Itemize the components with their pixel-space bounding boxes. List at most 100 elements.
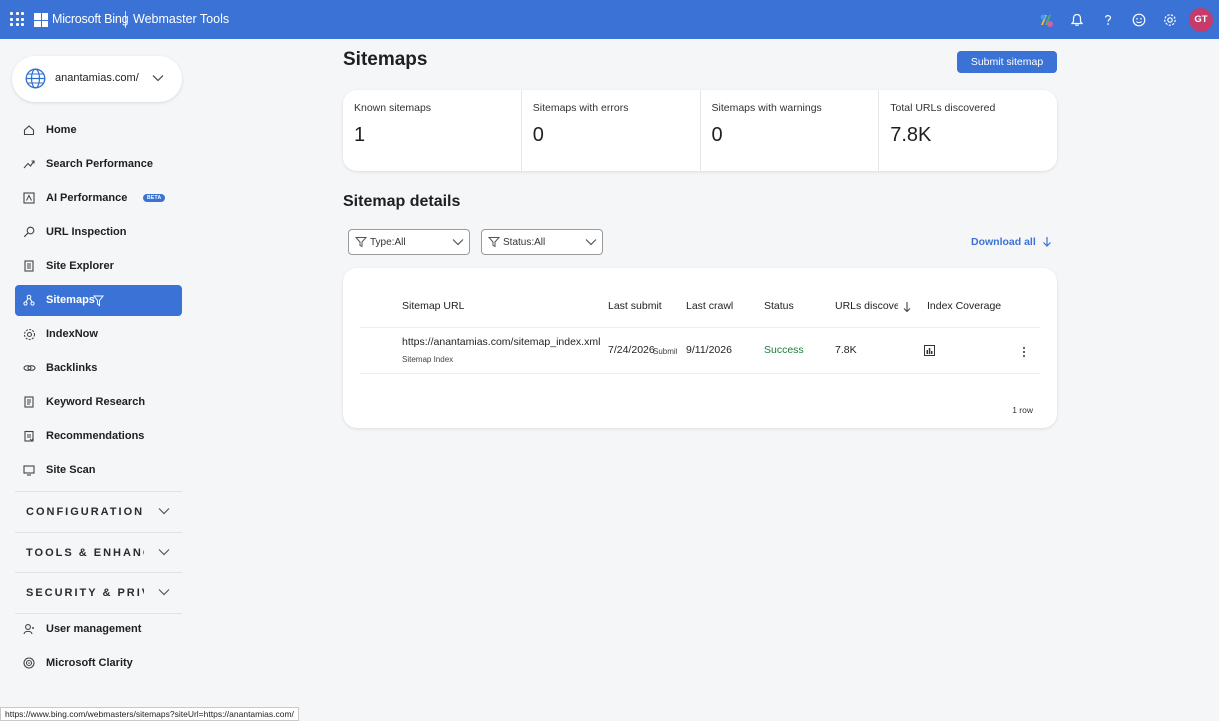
link-icon <box>22 361 36 375</box>
stat-total-urls-discovered: Total URLs discovered 7.8K <box>878 90 1057 171</box>
top-icons: GT <box>1030 0 1215 39</box>
bell-icon[interactable] <box>1061 0 1092 39</box>
monitor-icon <box>22 463 36 477</box>
help-icon[interactable] <box>1092 0 1123 39</box>
sidebar-item-label: URL Inspection <box>46 226 127 238</box>
column-header-last-submit[interactable]: Last submit <box>608 300 662 312</box>
type-filter-dropdown[interactable]: Type:All <box>348 229 470 255</box>
column-header-sitemap-url[interactable]: Sitemap URL <box>402 300 464 312</box>
section-security-privacy[interactable]: SECURITY & PRIVACY <box>15 572 182 612</box>
chevron-down-icon <box>152 75 164 82</box>
type-filter-label: Type:All <box>370 237 406 248</box>
stat-value: 1 <box>354 124 366 146</box>
chevron-down-icon <box>158 549 170 556</box>
sidebar-item-label: Recommendations <box>46 430 145 442</box>
sidebar-item-label: Home <box>46 124 77 136</box>
download-all-label: Download all <box>971 236 1036 248</box>
ai-box-icon <box>22 191 36 205</box>
sidebar-item-label: User management <box>46 623 142 635</box>
sitemap-type: Sitemap Index <box>402 355 454 364</box>
microsoft-logo-icon <box>34 13 48 27</box>
sitemap-icon <box>22 293 36 307</box>
home-icon <box>22 123 36 137</box>
urls-discovered-value: 7.8K <box>835 344 857 356</box>
beta-badge: BETA <box>143 194 166 202</box>
section-tools-enhancements[interactable]: TOOLS & ENHANCEMENTS <box>15 532 182 572</box>
status-filter-dropdown[interactable]: Status:All <box>481 229 603 255</box>
chevron-down-icon <box>158 508 170 515</box>
stat-value: 7.8K <box>890 124 932 146</box>
sidebar-nav: Home Search Performance AI Performance B… <box>15 115 182 489</box>
last-submit-note: Submitted <box>653 347 677 356</box>
chevron-down-icon <box>158 589 170 596</box>
more-options-icon[interactable] <box>1022 346 1026 358</box>
column-header-urls-discovered[interactable]: URLs discovered <box>835 300 898 312</box>
sidebar-item-label: Backlinks <box>46 362 98 374</box>
sort-descending-icon[interactable] <box>902 301 912 313</box>
stat-sitemaps-with-errors: Sitemaps with errors 0 <box>520 90 700 171</box>
download-all-button[interactable]: Download all <box>971 236 1052 248</box>
stat-value: 0 <box>532 124 544 146</box>
site-name: anantamias.com/ <box>55 72 139 84</box>
sidebar-item-backlinks[interactable]: Backlinks <box>15 353 182 384</box>
section-label: CONFIGURATION <box>26 506 144 518</box>
sitemap-url-link[interactable]: https://anantamias.com/sitemap_index.xml <box>402 336 600 348</box>
top-bar: Microsoft Bing Webmaster Tools GT <box>0 0 1219 39</box>
product-name[interactable]: Webmaster Tools <box>133 12 229 26</box>
header-divider <box>360 327 1040 328</box>
sidebar-item-url-inspection[interactable]: URL Inspection <box>15 217 182 248</box>
browser-status-bar: https://www.bing.com/webmasters/sitemaps… <box>0 707 299 721</box>
bar-chart-icon[interactable] <box>924 345 935 356</box>
last-crawl-date: 9/11/2026 <box>686 344 732 356</box>
sidebar-item-site-explorer[interactable]: Site Explorer <box>15 251 182 282</box>
sidebar-item-ai-performance[interactable]: AI Performance BETA <box>15 183 182 214</box>
column-header-index-coverage[interactable]: Index Coverage <box>927 300 1001 312</box>
column-header-last-crawl[interactable]: Last crawl <box>686 300 733 312</box>
sidebar-item-indexnow[interactable]: IndexNow <box>15 319 182 350</box>
sidebar-item-label: Site Scan <box>46 464 96 476</box>
sidebar-item-search-performance[interactable]: Search Performance <box>15 149 182 180</box>
sidebar-item-sitemaps[interactable]: Sitemaps <box>15 285 182 316</box>
sidebar-item-user-management[interactable]: User management <box>15 614 182 645</box>
stat-sitemaps-with-warnings: Sitemaps with warnings 0 <box>699 90 879 171</box>
sidebar-item-recommendations[interactable]: Recommendations <box>15 421 182 452</box>
sidebar-item-microsoft-clarity[interactable]: Microsoft Clarity <box>15 648 182 679</box>
stats-card: Known sitemaps 1 Sitemaps with errors 0 … <box>343 90 1057 171</box>
sitemap-details-heading: Sitemap details <box>343 193 461 210</box>
status-text: Success <box>764 344 804 356</box>
row-divider <box>360 373 1040 374</box>
site-selector[interactable]: anantamias.com/ <box>12 56 182 102</box>
copilot-icon[interactable] <box>1030 0 1061 39</box>
section-configuration[interactable]: CONFIGURATION <box>15 491 182 531</box>
stat-value: 0 <box>711 124 723 146</box>
chevron-down-icon <box>585 239 597 246</box>
app-launcher-icon[interactable] <box>10 12 24 26</box>
stat-known-sitemaps: Known sitemaps 1 <box>343 90 521 171</box>
sidebar-item-home[interactable]: Home <box>15 115 182 146</box>
sidebar-item-site-scan[interactable]: Site Scan <box>15 455 182 486</box>
section-label: SECURITY & PRIVACY <box>26 587 144 599</box>
sitemap-table: Sitemap URL Last submit Last crawl Statu… <box>343 268 1057 428</box>
submit-sitemap-button[interactable]: Submit sitemap <box>957 51 1057 73</box>
sidebar-item-label: IndexNow <box>46 328 98 340</box>
last-submit-date: 7/24/2026 <box>608 344 655 356</box>
sidebar-item-keyword-research[interactable]: Keyword Research <box>15 387 182 418</box>
status-filter-label: Status:All <box>503 237 546 248</box>
settings-gear-icon[interactable] <box>1154 0 1185 39</box>
brand-name[interactable]: Microsoft Bing <box>52 12 129 26</box>
row-count: 1 row <box>1012 405 1033 415</box>
sidebar-item-label: Sitemaps <box>46 294 95 306</box>
magnifier-icon <box>22 225 36 239</box>
feedback-smiley-icon[interactable] <box>1123 0 1154 39</box>
filter-cursor-icon <box>93 295 104 307</box>
clarity-icon <box>22 656 36 670</box>
sidebar-item-label: AI Performance <box>46 192 128 204</box>
filter-icon <box>488 237 500 248</box>
user-avatar[interactable]: GT <box>1189 7 1213 32</box>
sidebar-bottom-nav: User management Microsoft Clarity <box>15 613 182 682</box>
section-label: TOOLS & ENHANCEMENTS <box>26 547 144 559</box>
page-title: Sitemaps <box>343 49 428 70</box>
gear-icon <box>22 327 36 341</box>
column-header-status[interactable]: Status <box>764 300 794 312</box>
brand-divider <box>125 11 126 28</box>
